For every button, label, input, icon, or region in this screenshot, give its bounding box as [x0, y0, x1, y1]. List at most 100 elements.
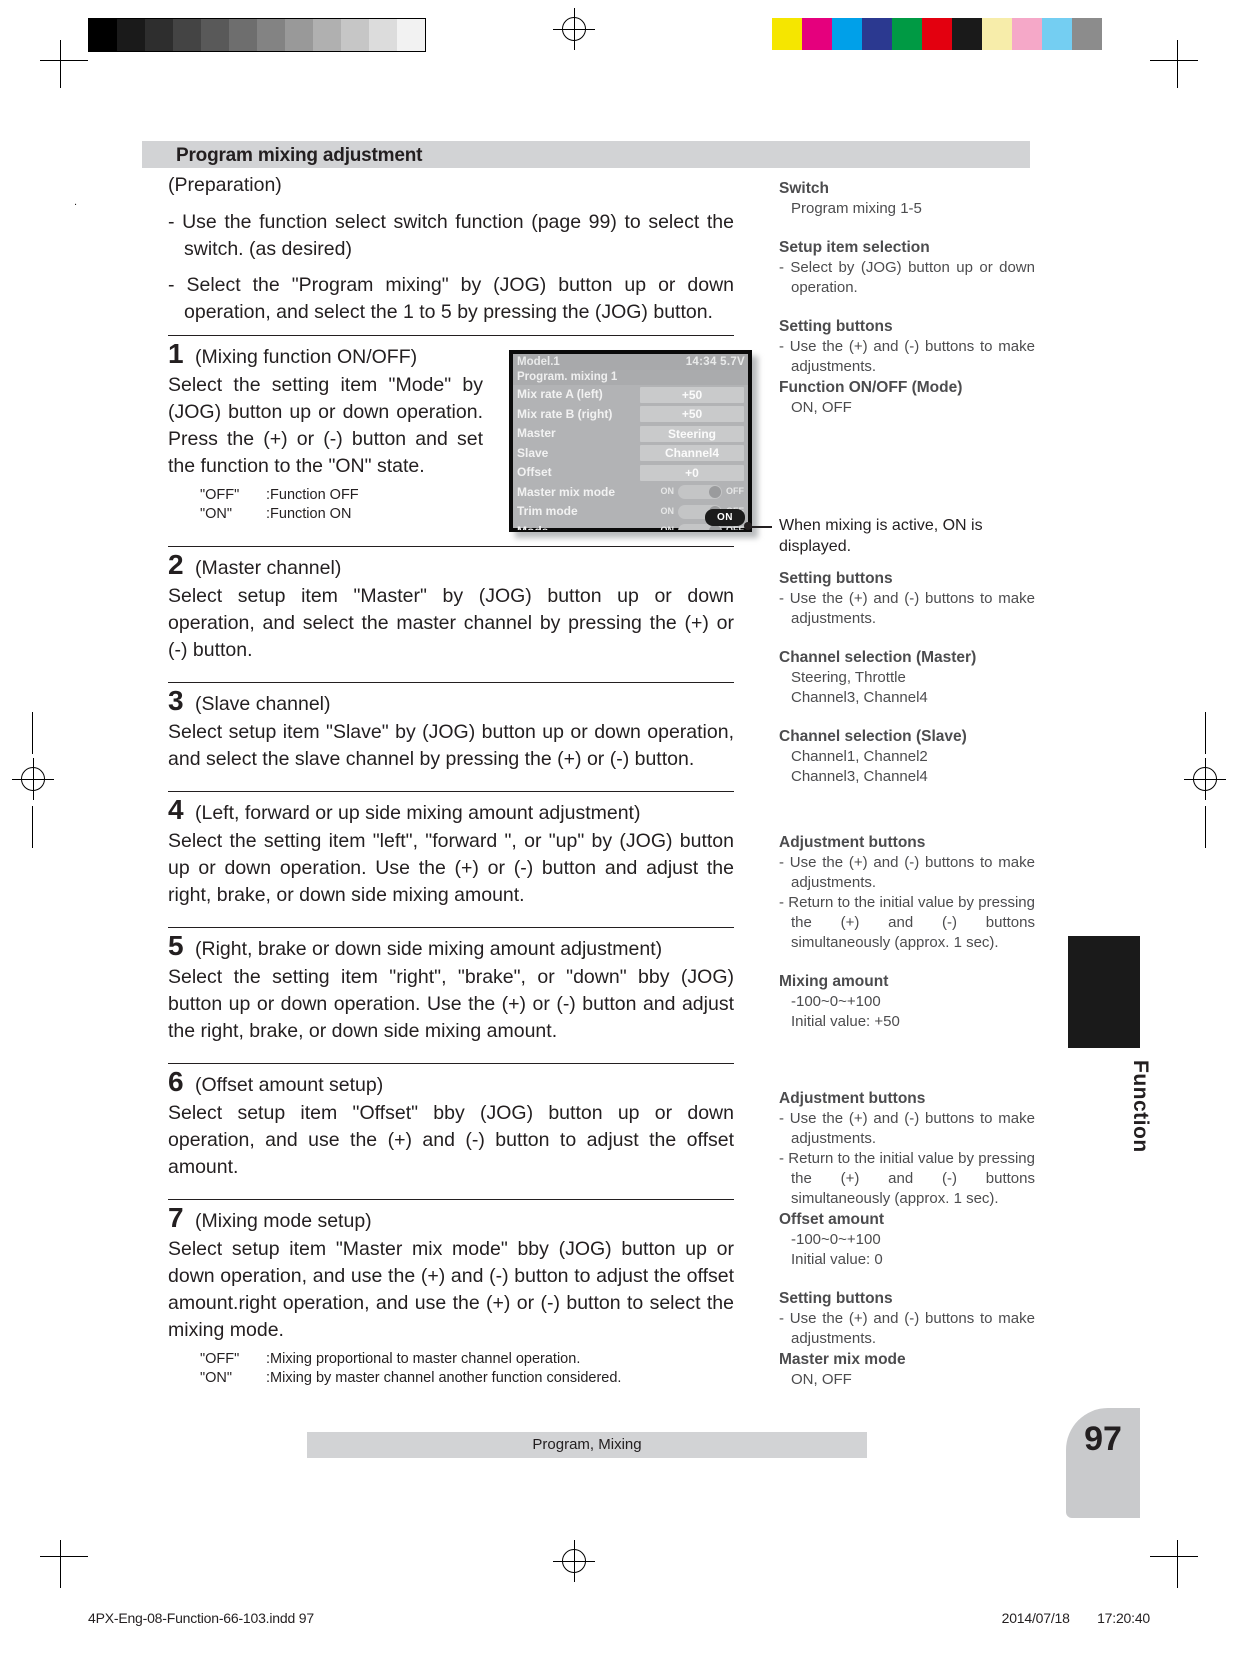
rc-heading-setting-buttons-3: Setting buttons [779, 1290, 893, 1307]
step-divider-5 [168, 927, 734, 928]
rc-heading-channel-selection-slave: Channel selection (Slave) [779, 728, 967, 745]
section-title-bar: Program mixing adjustment [142, 141, 1030, 168]
rc-text-setting-buttons-1: - Use the (+) and (-) buttons to make ad… [779, 338, 1035, 375]
rc-text-master-channels-2: Channel3, Channel4 [791, 689, 928, 706]
step-divider-4 [168, 791, 734, 792]
rc-spacer [779, 1270, 1035, 1288]
color-patch-4 [892, 18, 922, 50]
step-5-title: (Right, brake or down side mixing amount… [195, 938, 663, 960]
rc-heading-adjustment-buttons-1: Adjustment buttons [779, 834, 926, 851]
lcd-row-offset[interactable]: Offset +0 [513, 463, 748, 483]
color-patch-3 [862, 18, 892, 50]
right-column-group-2: Setting buttons - Use the (+) and (-) bu… [779, 568, 1035, 787]
step-4-title: (Left, forward or up side mixing amount … [195, 802, 641, 824]
step-2: 2 (Master channel) Select setup item "Ma… [168, 550, 734, 664]
step-7-legend: "OFF" :Mixing proportional to master cha… [200, 1350, 734, 1388]
fold-mark-right-lower [1205, 806, 1206, 848]
rc-heading-offset-amount: Offset amount [779, 1211, 885, 1228]
rc-text-setting-buttons-2: - Use the (+) and (-) buttons to make ad… [779, 590, 1035, 627]
rc-text-offset-amount-range: -100~0~+100 [791, 1231, 881, 1248]
rc-heading-channel-selection-master: Channel selection (Master) [779, 649, 977, 666]
rc-spacer [779, 953, 1035, 971]
registration-mark-left [12, 758, 54, 800]
gray-patch-10 [369, 19, 397, 51]
toggle-switch[interactable] [678, 485, 722, 499]
right-column-group-3: Adjustment buttons - Use the (+) and (-)… [779, 832, 1035, 1032]
preparation-item-2: - Select the "Program mixing" by (JOG) b… [168, 274, 734, 323]
registration-mark-top [553, 8, 595, 50]
toggle-on-label: ON [660, 505, 675, 516]
legend-key: "ON" [200, 1370, 233, 1386]
gray-patch-0 [89, 19, 117, 51]
legend-value: :Mixing by master channel another functi… [266, 1370, 622, 1386]
registration-mark-bottom [553, 1540, 595, 1582]
lcd-row-mix-rate-b[interactable]: Mix rate B (right) +50 [513, 405, 748, 425]
rc-spacer [779, 629, 1035, 647]
color-patch-0 [772, 18, 802, 50]
lcd-row-label: Mix rate B (right) [517, 406, 613, 421]
lcd-row-value: +0 [640, 464, 744, 481]
callout-note-text: When mixing is active, ON is displayed. [779, 517, 983, 555]
step-7-title: (Mixing mode setup) [195, 1210, 372, 1232]
lcd-row-label: Slave [517, 445, 549, 460]
lcd-clock-voltage: 14:34 5.7V [685, 356, 745, 368]
rc-spacer [779, 219, 1035, 237]
rc-heading-switch: Switch [779, 180, 829, 197]
rc-text-slave-channels-2: Channel3, Channel4 [791, 768, 928, 785]
lcd-row-label: Mix rate A (left) [517, 387, 603, 401]
rc-text-master-channels-1: Steering, Throttle [791, 669, 906, 686]
status-badge: ON [705, 509, 745, 526]
crop-mark-bottom-left-v [60, 1540, 61, 1588]
rc-text-function-on-off-values: ON, OFF [791, 399, 852, 416]
crop-mark-top-left-h [40, 60, 88, 61]
step-5-number: 5 [168, 930, 184, 961]
lcd-toggle-group: ON OFF [632, 485, 744, 500]
step-3-title: (Slave channel) [195, 693, 331, 715]
gray-patch-2 [145, 19, 173, 51]
lcd-row-slave[interactable]: Slave Channel4 [513, 444, 748, 464]
step-6-title: (Offset amount setup) [195, 1074, 384, 1096]
step-divider-3 [168, 682, 734, 683]
rc-heading-function-on-off: Function ON/OFF (Mode) [779, 379, 963, 396]
lcd-row-master[interactable]: Master Steering [513, 424, 748, 444]
step-7-body: Select setup item "Master mix mode" bby … [168, 1238, 734, 1341]
step-divider-7 [168, 1199, 734, 1200]
registration-mark-right [1184, 758, 1226, 800]
step-6-body: Select setup item "Offset" bby (JOG) but… [168, 1102, 734, 1178]
lcd-inner: Model.1 14:34 5.7V Program. mixing 1 Mix… [513, 354, 748, 530]
toggle-off-label: OFF [726, 486, 744, 497]
color-calibration-bar [772, 18, 1102, 50]
step-1-body: Select the setting item "Mode" by (JOG) … [168, 374, 483, 477]
gray-patch-11 [397, 19, 425, 51]
color-patch-10 [1072, 18, 1102, 50]
rc-heading-setting-buttons-1: Setting buttons [779, 318, 893, 335]
crop-mark-top-left-v [60, 40, 61, 88]
step-1-number: 1 [168, 338, 184, 369]
lcd-status-bar: Model.1 14:34 5.7V [513, 354, 748, 370]
lcd-row-value: +50 [640, 406, 744, 422]
rc-heading-setting-buttons-2: Setting buttons [779, 570, 893, 587]
chapter-thumb-tab [1068, 936, 1140, 1048]
color-patch-9 [1042, 18, 1072, 50]
rc-heading-mixing-amount: Mixing amount [779, 973, 889, 990]
gray-patch-9 [341, 19, 369, 51]
crop-mark-bottom-right-v [1177, 1540, 1178, 1588]
crop-mark-top-right-h [1150, 60, 1198, 61]
gray-patch-4 [201, 19, 229, 51]
step-3-body: Select setup item "Slave" by (JOG) butto… [168, 721, 734, 770]
toggle-on-label: ON [660, 525, 675, 532]
footer-bar: Program, Mixing [307, 1432, 867, 1458]
lcd-row-label: Offset [517, 465, 552, 479]
gray-patch-7 [285, 19, 313, 51]
legend-row: "ON" :Mixing by master channel another f… [200, 1369, 734, 1388]
lcd-screenshot-figure: Model.1 14:34 5.7V Program. mixing 1 Mix… [509, 350, 758, 538]
lcd-row-mix-rate-a[interactable]: Mix rate A (left) +50 [513, 385, 748, 405]
step-divider-1 [168, 335, 734, 336]
rc-text-adjustment-buttons-2a: - Use the (+) and (-) buttons to make ad… [779, 1110, 1035, 1147]
rc-spacer [779, 708, 1035, 726]
step-4-body: Select the setting item "left", "forward… [168, 830, 734, 906]
gray-patch-3 [173, 19, 201, 51]
rc-heading-adjustment-buttons-2: Adjustment buttons [779, 1090, 926, 1107]
lcd-row-master-mix-mode[interactable]: Master mix mode ON OFF [513, 483, 748, 503]
step-5-body: Select the setting item "right", "brake"… [168, 966, 734, 1042]
